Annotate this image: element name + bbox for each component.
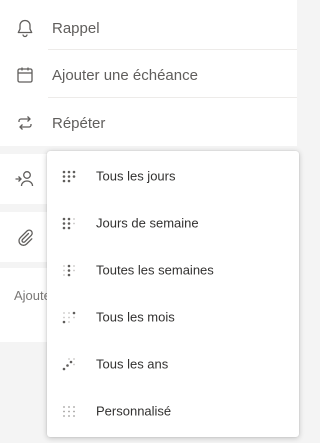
divider xyxy=(48,49,297,50)
due-date-label: Ajouter une échéance xyxy=(52,66,198,84)
menu-item-weekdays[interactable]: Jours de semaine xyxy=(47,199,299,246)
repeat-icon xyxy=(14,112,36,134)
assign-person-icon xyxy=(14,168,36,190)
menu-item-label: Tous les jours xyxy=(96,168,176,183)
menu-item-daily[interactable]: Tous les jours xyxy=(47,152,299,199)
weekdays-icon xyxy=(61,215,77,231)
menu-item-weekly[interactable]: Toutes les semaines xyxy=(47,246,299,293)
divider xyxy=(48,97,297,98)
repeat-label: Répéter xyxy=(52,114,106,132)
menu-item-monthly[interactable]: Tous les mois xyxy=(47,293,299,340)
task-details-panel: Rappel Ajouter une échéance Répéter Ajou… xyxy=(0,0,299,443)
yearly-icon xyxy=(61,356,77,372)
menu-item-label: Personnalisé xyxy=(96,403,172,418)
custom-icon xyxy=(61,403,77,419)
monthly-icon xyxy=(61,309,77,325)
menu-item-yearly[interactable]: Tous les ans xyxy=(47,340,299,387)
dates-card: Rappel Ajouter une échéance Répéter xyxy=(0,0,297,146)
paperclip-icon xyxy=(14,226,36,248)
weekly-icon xyxy=(61,262,77,278)
repeat-menu: Tous les jours Jours de semaine Toutes l… xyxy=(47,151,299,437)
menu-item-label: Tous les ans xyxy=(96,356,169,371)
menu-item-label: Jours de semaine xyxy=(96,215,199,230)
daily-icon xyxy=(61,168,77,184)
calendar-icon xyxy=(14,64,36,86)
reminder-label: Rappel xyxy=(52,19,100,37)
due-date-row[interactable]: Ajouter une échéance xyxy=(0,51,297,99)
repeat-row[interactable]: Répéter xyxy=(0,99,297,147)
bell-icon xyxy=(14,17,36,39)
menu-item-label: Toutes les semaines xyxy=(96,262,214,277)
reminder-row[interactable]: Rappel xyxy=(0,4,297,52)
menu-item-label: Tous les mois xyxy=(96,309,175,324)
menu-item-custom[interactable]: Personnalisé xyxy=(47,387,299,434)
